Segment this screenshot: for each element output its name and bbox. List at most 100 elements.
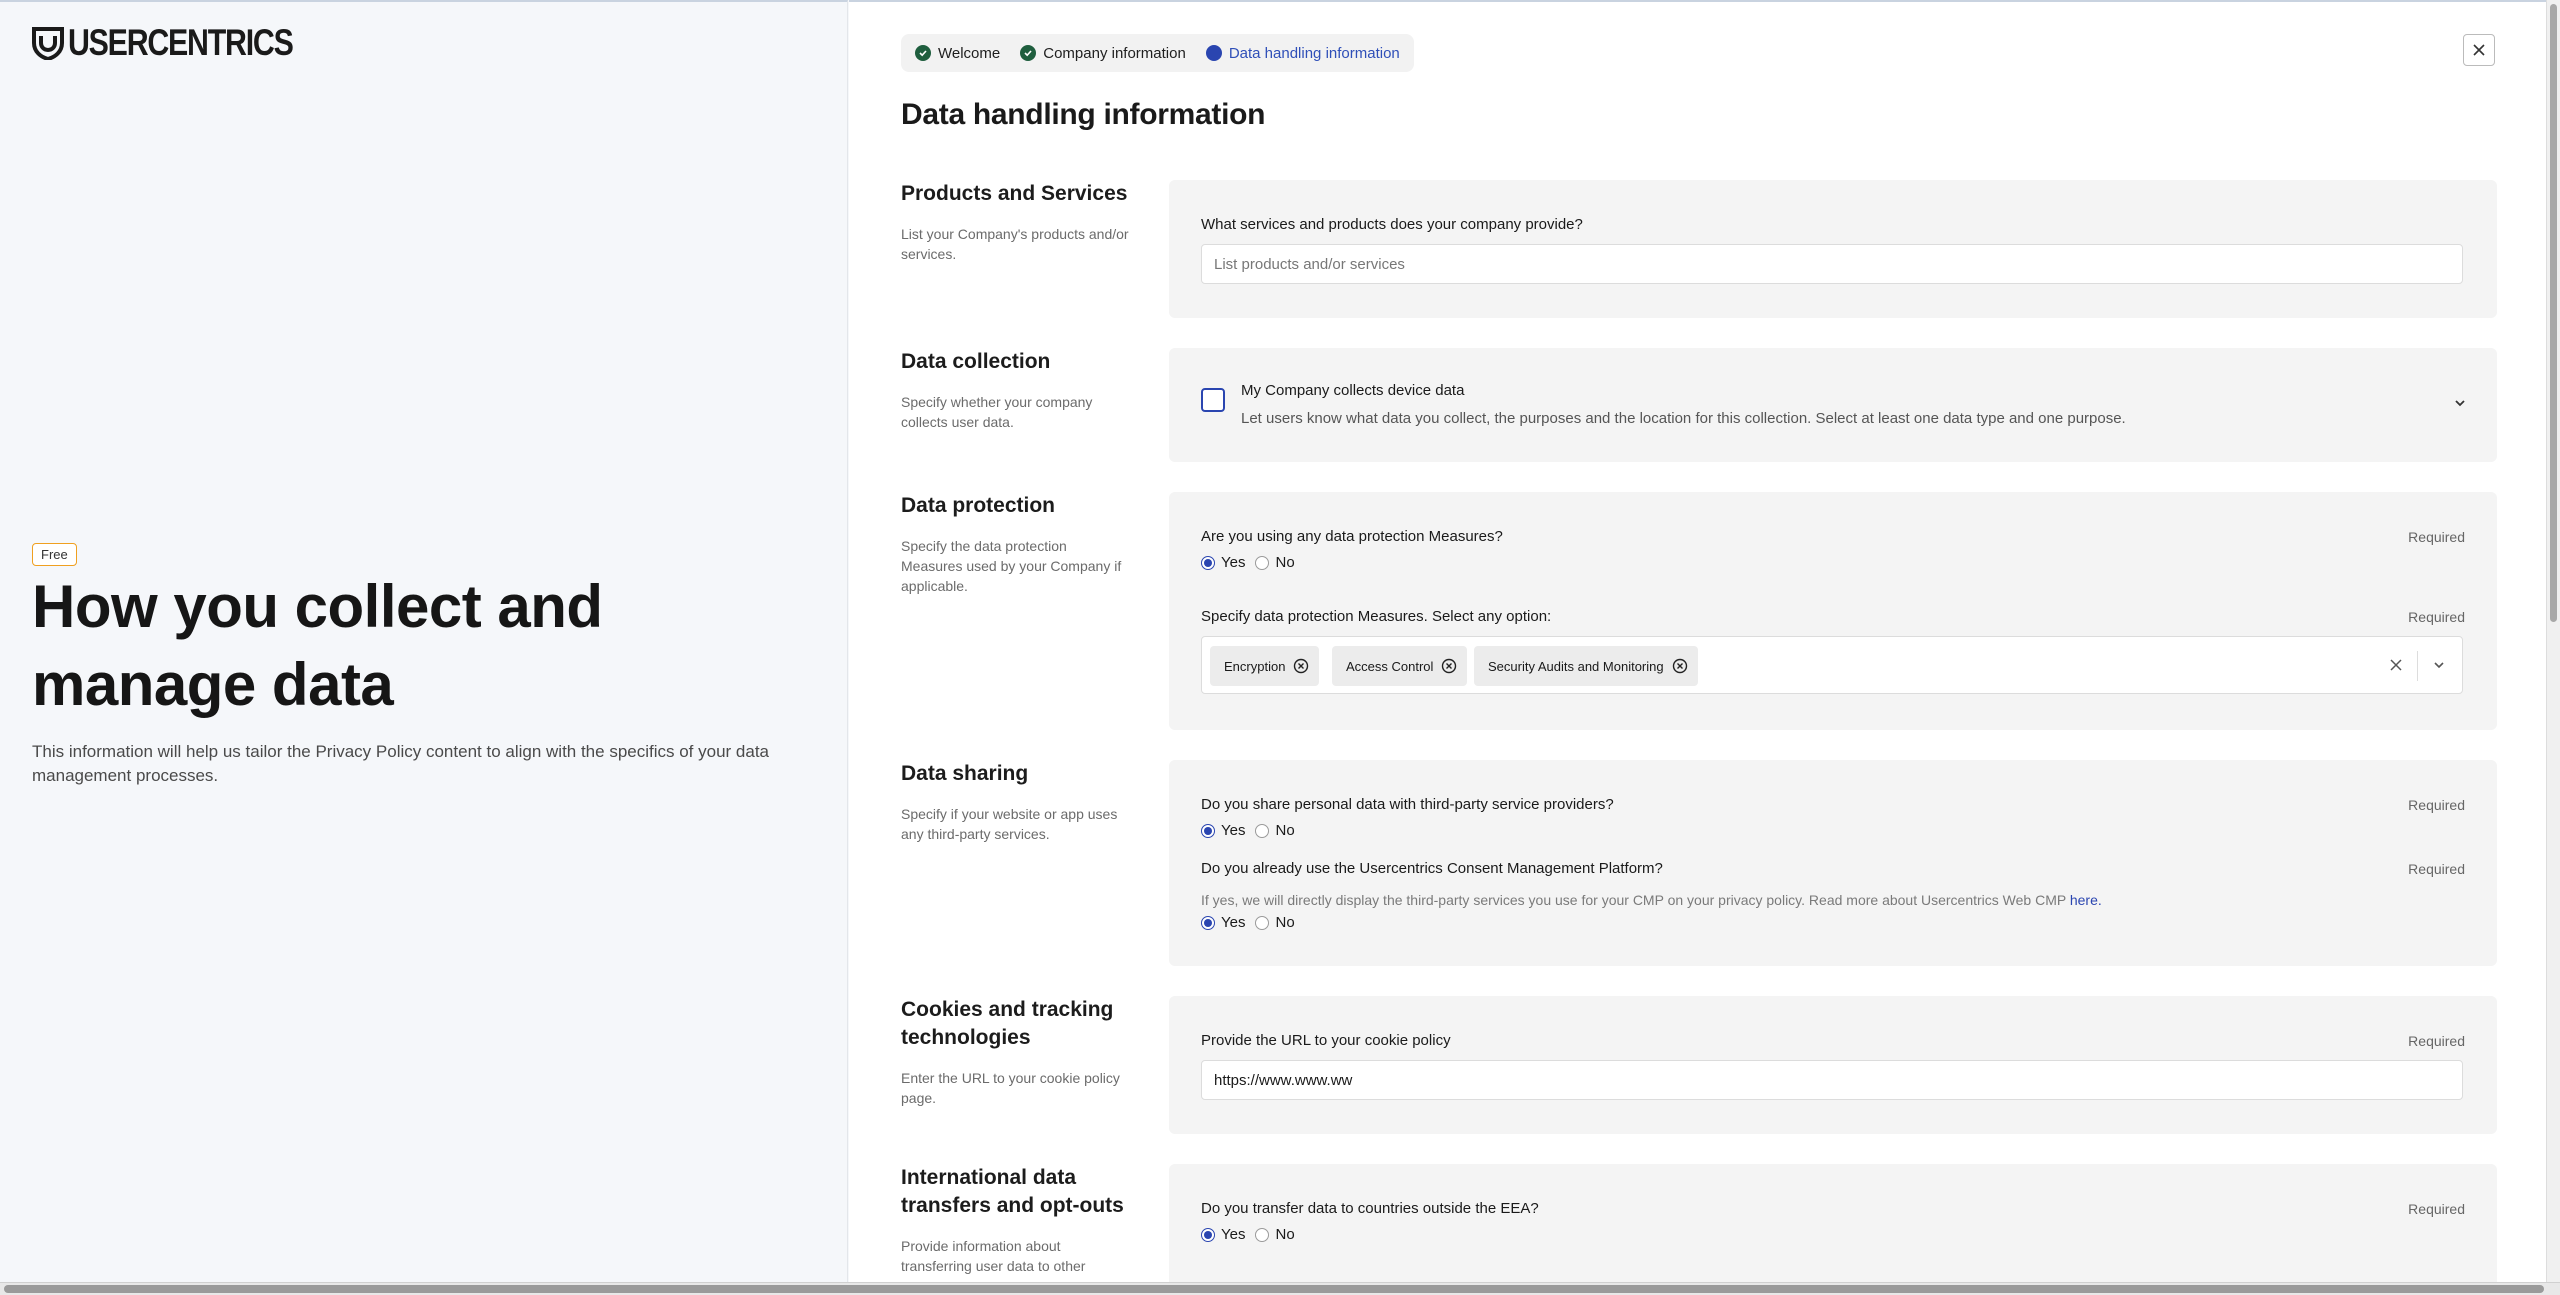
protection-yes-option[interactable]: Yes [1201,554,1245,571]
sharing-question: Do you share personal data with third-pa… [1201,796,1614,813]
step-label: Welcome [938,44,1001,62]
required-label: Required [2408,1201,2465,1217]
remove-chip-icon[interactable] [1293,658,1309,674]
radio-label: No [1275,1226,1295,1243]
form-panel: Welcome Company information Data handlin… [849,0,2546,1282]
products-input[interactable] [1201,244,2463,284]
separator [2417,651,2418,681]
check-icon [1020,45,1037,61]
cmp-hint: If yes, we will directly display the thi… [1201,892,2102,908]
radio-yes[interactable] [1201,1227,1215,1242]
section-title-protection: Data protection [901,494,1056,517]
chip-label: Access Control [1346,658,1434,674]
radio-yes[interactable] [1201,555,1215,570]
radio-label: No [1275,822,1295,839]
current-step-icon [1205,45,1222,61]
card-collection: My Company collects device data Let user… [1169,348,2497,462]
section-desc-protection: Specify the data protection Measures use… [901,538,1122,594]
close-button[interactable] [2463,34,2495,66]
section-desc-sharing: Specify if your website or app uses any … [901,806,1118,842]
section-desc-international: Provide information about transferring u… [901,1238,1086,1274]
radio-label: Yes [1221,822,1246,839]
protection-question: Are you using any data protection Measur… [1201,528,1503,545]
progress-stepper: Welcome Company information Data handlin… [901,34,1414,72]
radio-label: No [1275,914,1295,931]
products-question: What services and products does your com… [1201,216,1583,233]
card-products: What services and products does your com… [1169,180,2497,318]
chip-encryption: Encryption [1210,646,1320,686]
transfer-no-option[interactable]: No [1255,1226,1295,1243]
card-international: Do you transfer data to countries outsid… [1169,1164,2497,1282]
protection-radio-group: Yes No [1201,554,1295,571]
measures-question: Specify data protection Measures. Select… [1201,608,1552,625]
cmp-hint-text: If yes, we will directly display the thi… [1201,892,2066,908]
vertical-scrollbar[interactable] [2546,0,2560,1282]
required-label: Required [2408,797,2465,813]
cmp-radio-group: Yes No [1201,914,1295,931]
step-label: Company information [1043,44,1186,62]
cmp-here-link[interactable]: here. [2070,892,2102,908]
radio-yes[interactable] [1201,823,1215,838]
chip-label: Security Audits and Monitoring [1488,658,1664,674]
scrollbar-thumb[interactable] [2550,4,2557,622]
radio-label: Yes [1221,914,1246,931]
shield-logo-icon [32,27,64,60]
brand-name: USERCENTRICS [68,22,294,63]
check-icon [915,45,931,61]
section-title-products: Products and Services [901,182,1128,205]
radio-no[interactable] [1255,555,1270,570]
section-title-international: International data transfers and opt-out… [901,1166,1124,1217]
required-label: Required [2408,861,2465,877]
hero-title: How you collect and manage data [32,573,603,718]
page-title: Data handling information [901,98,1266,131]
sharing-radio-group: Yes No [1201,822,1295,839]
chevron-down-icon[interactable] [2432,658,2446,672]
section-title-sharing: Data sharing [901,762,1029,785]
radio-no[interactable] [1255,823,1270,838]
radio-label: Yes [1221,1226,1246,1243]
sharing-yes-option[interactable]: Yes [1201,822,1245,839]
radio-label: Yes [1221,554,1246,571]
remove-chip-icon[interactable] [1672,658,1688,674]
protection-no-option[interactable]: No [1255,554,1295,571]
cmp-yes-option[interactable]: Yes [1201,914,1245,931]
section-title-collection: Data collection [901,350,1051,373]
brand-logo: USERCENTRICS [32,22,342,64]
cookie-url-input[interactable] [1201,1060,2463,1100]
step-label: Data handling information [1228,44,1400,62]
cmp-no-option[interactable]: No [1255,914,1295,931]
device-data-description: Let users know what data you collect, th… [1241,410,2126,427]
section-desc-cookies: Enter the URL to your cookie policy page… [901,1070,1120,1106]
device-data-label: My Company collects device data [1241,382,1465,399]
remove-chip-icon[interactable] [1441,658,1457,674]
section-desc-collection: Specify whether your company collects us… [901,394,1093,430]
step-welcome[interactable]: Welcome [915,45,1000,62]
required-label: Required [2408,529,2465,545]
chip-label: Encryption [1224,658,1286,674]
step-data-handling-information[interactable]: Data handling information [1205,44,1400,62]
radio-no[interactable] [1255,915,1270,930]
radio-no[interactable] [1255,1227,1270,1242]
radio-label: No [1275,554,1295,571]
sharing-no-option[interactable]: No [1255,822,1295,839]
free-badge: Free [32,543,77,566]
chip-access-control: Access Control [1332,646,1468,686]
required-label: Required [2408,1033,2465,1049]
hero-description: This information will help us tailor the… [32,742,770,785]
device-data-checkbox[interactable] [1201,388,1225,412]
transfer-yes-option[interactable]: Yes [1201,1226,1245,1243]
horizontal-scrollbar[interactable] [0,1282,2560,1295]
radio-yes[interactable] [1201,915,1215,930]
chevron-down-icon[interactable] [2453,396,2467,410]
measures-multiselect[interactable]: Encryption Access Control Security Audit… [1201,636,2463,694]
card-protection: Are you using any data protection Measur… [1169,492,2497,730]
transfer-question: Do you transfer data to countries outsid… [1201,1200,1539,1217]
card-cookies: Provide the URL to your cookie policy Re… [1169,996,2497,1134]
section-desc-products: List your Company's products and/or serv… [901,226,1129,262]
scrollbar-thumb[interactable] [4,1285,2544,1293]
required-label: Required [2408,609,2465,625]
step-company-information[interactable]: Company information [1020,45,1186,62]
intro-panel: USERCENTRICS Free How you collect and ma… [0,0,848,1295]
clear-all-icon[interactable] [2388,657,2404,673]
close-icon [2473,44,2485,56]
